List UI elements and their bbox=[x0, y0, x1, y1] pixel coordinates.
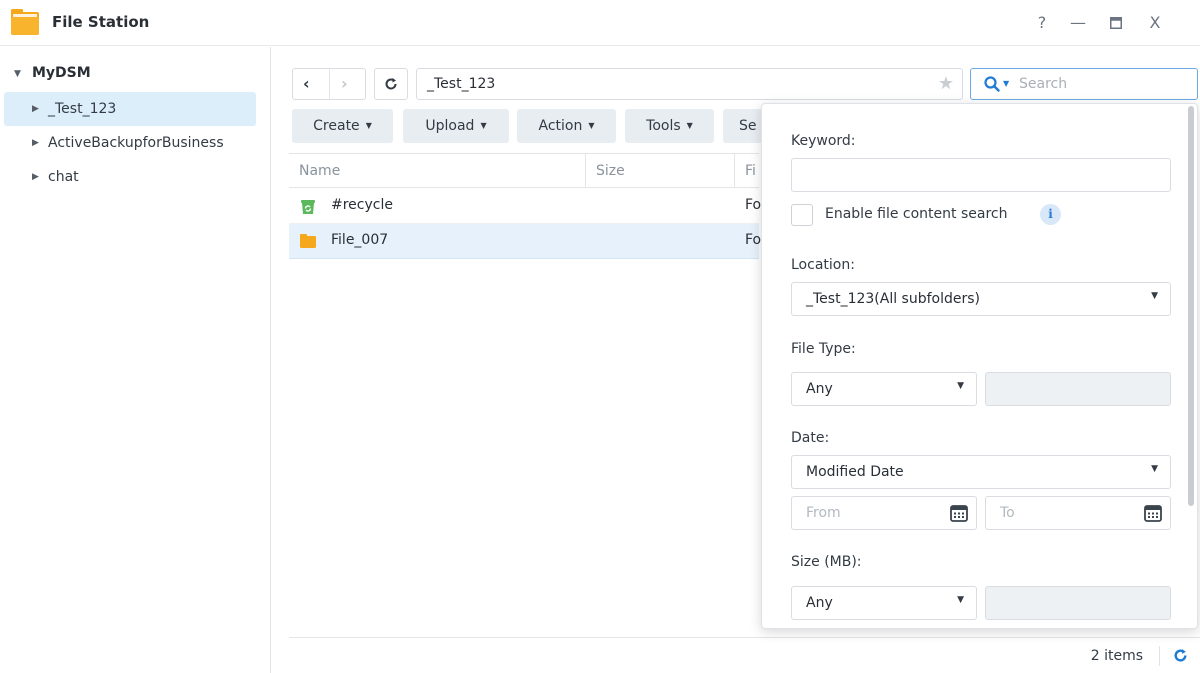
dropdown-caret-icon: ▼ bbox=[480, 121, 487, 130]
column-size[interactable]: Size bbox=[596, 163, 625, 179]
app-title: File Station bbox=[52, 13, 150, 31]
collapsed-arrow-icon[interactable]: ▶ bbox=[32, 126, 39, 160]
dropdown-caret-icon: ▼ bbox=[365, 121, 372, 130]
tree-item-label: ActiveBackupforBusiness bbox=[48, 135, 224, 151]
minimize-button[interactable]: — bbox=[1067, 12, 1089, 34]
column-divider[interactable] bbox=[585, 154, 586, 188]
close-button[interactable]: X bbox=[1144, 12, 1166, 34]
chevron-down-icon: ▼ bbox=[957, 381, 964, 391]
tree-item-label: chat bbox=[48, 169, 79, 185]
collapsed-arrow-icon[interactable]: ▶ bbox=[32, 92, 39, 126]
content-search-checkbox[interactable] bbox=[791, 204, 813, 226]
path-text: _Test_123 bbox=[427, 76, 496, 92]
tree-root-mydsm[interactable]: MyDSM bbox=[32, 65, 91, 81]
status-bar: 2 items bbox=[289, 637, 1200, 673]
location-select[interactable]: _Test_123(All subfolders) ▼ bbox=[791, 282, 1171, 316]
keyword-label: Keyword: bbox=[791, 133, 856, 149]
file-type-label: File Type: bbox=[791, 341, 856, 357]
folder-icon bbox=[300, 234, 316, 248]
date-type-select[interactable]: Modified Date ▼ bbox=[791, 455, 1171, 489]
column-divider[interactable] bbox=[734, 154, 735, 188]
size-value: Any bbox=[806, 595, 833, 611]
back-icon[interactable]: ‹ bbox=[303, 74, 310, 93]
action-button[interactable]: Action ▼ bbox=[517, 109, 616, 143]
favorite-star-icon[interactable]: ★ bbox=[938, 73, 954, 94]
date-from-input[interactable]: From bbox=[791, 496, 977, 530]
forward-icon[interactable]: › bbox=[341, 74, 348, 93]
size-label: Size (MB): bbox=[791, 554, 862, 570]
file-type-select[interactable]: Any ▼ bbox=[791, 372, 977, 406]
search-icon[interactable] bbox=[984, 76, 1000, 92]
column-name[interactable]: Name bbox=[299, 163, 340, 179]
history-nav-group: ‹ › bbox=[292, 68, 366, 100]
tree-item-test-123[interactable]: ▶ _Test_123 bbox=[4, 92, 256, 126]
location-value: _Test_123(All subfolders) bbox=[806, 291, 981, 307]
chevron-down-icon: ▼ bbox=[1151, 291, 1158, 301]
settings-label: Se bbox=[739, 118, 757, 134]
column-type[interactable]: Fi bbox=[745, 163, 756, 179]
nav-divider bbox=[329, 69, 330, 99]
info-icon[interactable]: i bbox=[1040, 204, 1061, 225]
action-label: Action bbox=[538, 118, 583, 134]
refresh-button[interactable] bbox=[374, 68, 408, 100]
help-button[interactable]: ? bbox=[1031, 12, 1053, 34]
keyword-input[interactable] bbox=[791, 158, 1171, 192]
date-to-input[interactable]: To bbox=[985, 496, 1171, 530]
collapsed-arrow-icon[interactable]: ▶ bbox=[32, 160, 39, 194]
dropdown-caret-icon: ▼ bbox=[686, 121, 693, 130]
file-name: #recycle bbox=[331, 197, 393, 213]
upload-button[interactable]: Upload ▼ bbox=[403, 109, 509, 143]
maximize-icon bbox=[1110, 17, 1122, 29]
tools-label: Tools bbox=[646, 118, 681, 134]
size-select[interactable]: Any ▼ bbox=[791, 586, 977, 620]
file-list-header: Name Size Fi bbox=[289, 153, 759, 188]
search-placeholder: Search bbox=[1019, 76, 1068, 92]
panel-scrollbar[interactable] bbox=[1188, 106, 1194, 506]
date-from-placeholder: From bbox=[806, 505, 841, 521]
dropdown-caret-icon: ▼ bbox=[588, 121, 595, 130]
refresh-icon[interactable] bbox=[1173, 648, 1188, 663]
file-type: Fo bbox=[745, 197, 762, 213]
file-type: Fo bbox=[745, 232, 762, 248]
date-label: Date: bbox=[791, 430, 830, 446]
search-input[interactable]: ▼ Search bbox=[970, 68, 1198, 100]
create-button[interactable]: Create ▼ bbox=[292, 109, 393, 143]
search-options-caret-icon[interactable]: ▼ bbox=[1003, 79, 1009, 88]
title-bar: File Station ? — X bbox=[0, 0, 1200, 46]
file-row[interactable]: File_007 Fo bbox=[289, 224, 762, 259]
tree-item-label: _Test_123 bbox=[48, 101, 117, 117]
tree-item-chat[interactable]: ▶ chat bbox=[4, 160, 256, 194]
file-station-icon bbox=[11, 9, 39, 35]
location-label: Location: bbox=[791, 257, 855, 273]
expanded-arrow-icon[interactable]: ▼ bbox=[14, 69, 21, 79]
refresh-icon bbox=[385, 78, 397, 90]
tree-item-activebackupforbusiness[interactable]: ▶ ActiveBackupforBusiness bbox=[4, 126, 256, 160]
path-bar[interactable]: _Test_123 ★ bbox=[416, 68, 963, 100]
file-name: File_007 bbox=[331, 232, 389, 248]
date-to-placeholder: To bbox=[1000, 505, 1015, 521]
maximize-button[interactable] bbox=[1105, 12, 1127, 34]
calendar-icon[interactable] bbox=[950, 504, 968, 522]
chevron-down-icon: ▼ bbox=[957, 595, 964, 605]
file-type-value: Any bbox=[806, 381, 833, 397]
item-count: 2 items bbox=[1090, 648, 1143, 664]
date-type-value: Modified Date bbox=[806, 464, 904, 480]
file-row[interactable]: #recycle Fo bbox=[289, 189, 762, 224]
upload-label: Upload bbox=[425, 118, 475, 134]
folder-tree: ▼ MyDSM ▶ _Test_123 ▶ ActiveBackupforBus… bbox=[0, 47, 271, 673]
size-value-input[interactable] bbox=[985, 586, 1171, 620]
calendar-icon[interactable] bbox=[1144, 504, 1162, 522]
chevron-down-icon: ▼ bbox=[1151, 464, 1158, 474]
recycle-bin-icon bbox=[301, 200, 315, 214]
file-type-extension-input[interactable] bbox=[985, 372, 1171, 406]
status-divider bbox=[1159, 646, 1160, 666]
tools-button[interactable]: Tools ▼ bbox=[625, 109, 714, 143]
content-search-label[interactable]: Enable file content search bbox=[825, 206, 1007, 222]
create-label: Create bbox=[313, 118, 360, 134]
advanced-search-panel: Keyword: Enable file content search i Lo… bbox=[761, 103, 1198, 629]
